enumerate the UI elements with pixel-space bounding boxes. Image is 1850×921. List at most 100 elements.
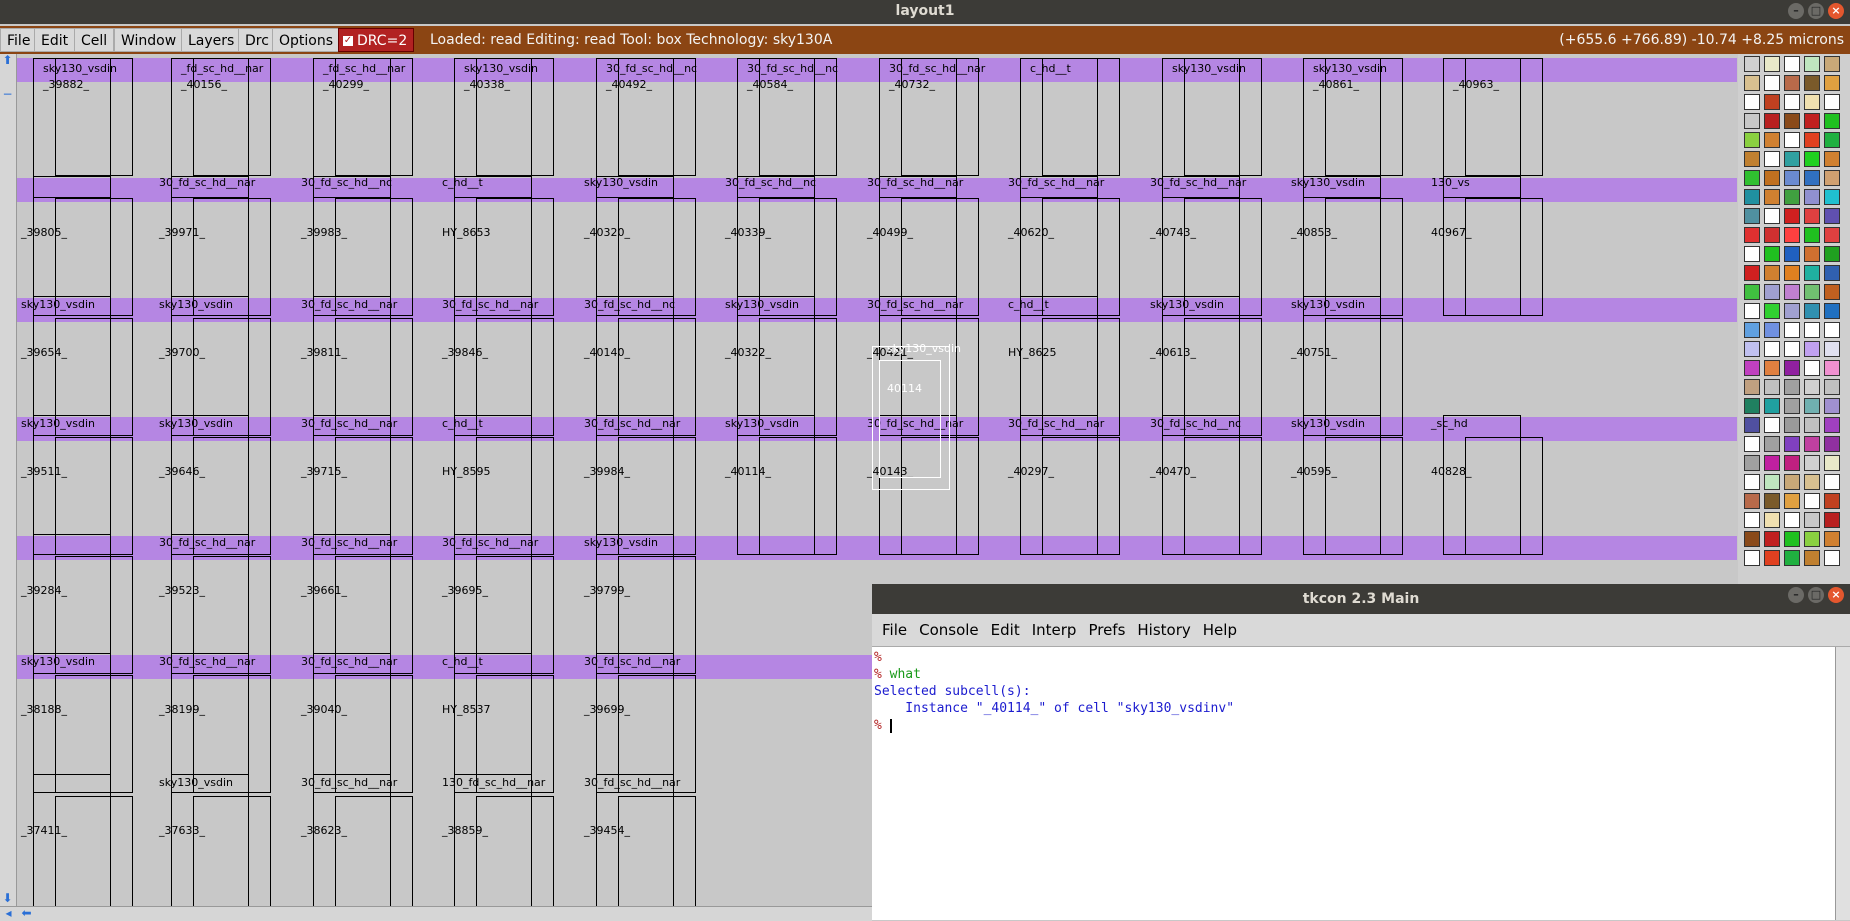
- maximize-button[interactable]: □: [1808, 3, 1824, 19]
- layer-swatch[interactable]: [1824, 75, 1840, 91]
- layer-swatch[interactable]: [1744, 531, 1760, 547]
- layer-swatch[interactable]: [1784, 265, 1800, 281]
- layer-swatch[interactable]: [1764, 341, 1780, 357]
- menu-options[interactable]: Options: [272, 28, 341, 52]
- layer-swatch[interactable]: [1784, 303, 1800, 319]
- layer-swatch[interactable]: [1804, 474, 1820, 490]
- tkcon-menu-file[interactable]: File: [882, 621, 907, 639]
- layer-swatch[interactable]: [1804, 493, 1820, 509]
- layer-swatch[interactable]: [1804, 436, 1820, 452]
- layer-swatch[interactable]: [1824, 493, 1840, 509]
- layer-swatch[interactable]: [1824, 246, 1840, 262]
- tkcon-close-button[interactable]: ×: [1828, 587, 1844, 603]
- tkcon-maximize-button[interactable]: □: [1808, 587, 1824, 603]
- layer-swatch[interactable]: [1824, 56, 1840, 72]
- layer-swatch[interactable]: [1784, 246, 1800, 262]
- layer-swatch[interactable]: [1744, 75, 1760, 91]
- layer-swatch[interactable]: [1744, 303, 1760, 319]
- tkcon-menu-interp[interactable]: Interp: [1032, 621, 1077, 639]
- layer-swatch[interactable]: [1784, 75, 1800, 91]
- layer-swatch[interactable]: [1744, 189, 1760, 205]
- layer-swatch[interactable]: [1784, 94, 1800, 110]
- layer-swatch[interactable]: [1804, 550, 1820, 566]
- layer-swatch[interactable]: [1764, 284, 1780, 300]
- tkcon-menu-prefs[interactable]: Prefs: [1088, 621, 1125, 639]
- layer-swatch[interactable]: [1764, 550, 1780, 566]
- layer-swatch[interactable]: [1804, 360, 1820, 376]
- tkcon-minimize-button[interactable]: –: [1788, 587, 1804, 603]
- layer-swatch[interactable]: [1764, 189, 1780, 205]
- layer-swatch[interactable]: [1784, 550, 1800, 566]
- drc-toggle-button[interactable]: ✓ DRC=2: [338, 28, 415, 52]
- layer-swatch[interactable]: [1784, 113, 1800, 129]
- layer-swatch[interactable]: [1804, 322, 1820, 338]
- layer-swatch[interactable]: [1764, 113, 1780, 129]
- layer-swatch[interactable]: [1744, 170, 1760, 186]
- layer-swatch[interactable]: [1804, 56, 1820, 72]
- layer-swatch[interactable]: [1824, 284, 1840, 300]
- layer-swatch[interactable]: [1744, 417, 1760, 433]
- layer-swatch[interactable]: [1824, 208, 1840, 224]
- tkcon-scrollbar[interactable]: [1835, 647, 1850, 920]
- tkcon-menu-edit[interactable]: Edit: [991, 621, 1020, 639]
- layer-swatch[interactable]: [1824, 455, 1840, 471]
- layer-swatch[interactable]: [1824, 265, 1840, 281]
- layer-swatch[interactable]: [1784, 417, 1800, 433]
- layer-palette[interactable]: [1738, 54, 1850, 584]
- layer-swatch[interactable]: [1744, 455, 1760, 471]
- scroll-up-arrow-icon[interactable]: ⬆: [1, 54, 14, 67]
- layer-swatch[interactable]: [1744, 474, 1760, 490]
- layer-swatch[interactable]: [1804, 75, 1820, 91]
- layer-swatch[interactable]: [1744, 436, 1760, 452]
- layer-swatch[interactable]: [1784, 208, 1800, 224]
- layer-swatch[interactable]: [1824, 417, 1840, 433]
- layer-swatch[interactable]: [1824, 170, 1840, 186]
- layer-swatch[interactable]: [1764, 246, 1780, 262]
- layer-swatch[interactable]: [1744, 341, 1760, 357]
- layer-swatch[interactable]: [1764, 398, 1780, 414]
- layer-swatch[interactable]: [1784, 398, 1800, 414]
- layer-swatch[interactable]: [1804, 151, 1820, 167]
- layer-swatch[interactable]: [1744, 550, 1760, 566]
- layer-swatch[interactable]: [1764, 455, 1780, 471]
- layer-swatch[interactable]: [1784, 493, 1800, 509]
- menu-window[interactable]: Window: [114, 28, 184, 52]
- layer-swatch[interactable]: [1784, 151, 1800, 167]
- horizontal-scrollbar[interactable]: ◂ ⬅: [0, 906, 872, 921]
- layer-swatch[interactable]: [1804, 208, 1820, 224]
- layer-swatch[interactable]: [1804, 417, 1820, 433]
- layer-swatch[interactable]: [1764, 512, 1780, 528]
- layer-swatch[interactable]: [1804, 512, 1820, 528]
- layer-swatch[interactable]: [1804, 531, 1820, 547]
- layer-swatch[interactable]: [1824, 360, 1840, 376]
- layer-swatch[interactable]: [1804, 341, 1820, 357]
- layer-swatch[interactable]: [1764, 379, 1780, 395]
- layer-swatch[interactable]: [1804, 113, 1820, 129]
- layer-swatch[interactable]: [1784, 170, 1800, 186]
- layer-swatch[interactable]: [1804, 170, 1820, 186]
- layer-swatch[interactable]: [1784, 227, 1800, 243]
- layer-swatch[interactable]: [1824, 550, 1840, 566]
- layer-swatch[interactable]: [1744, 94, 1760, 110]
- menu-cell[interactable]: Cell: [74, 28, 115, 52]
- tkcon-menu-history[interactable]: History: [1137, 621, 1190, 639]
- layer-swatch[interactable]: [1764, 75, 1780, 91]
- layer-swatch[interactable]: [1784, 360, 1800, 376]
- layer-swatch[interactable]: [1824, 189, 1840, 205]
- layer-swatch[interactable]: [1764, 417, 1780, 433]
- layer-swatch[interactable]: [1824, 227, 1840, 243]
- layer-swatch[interactable]: [1764, 151, 1780, 167]
- layer-swatch[interactable]: [1824, 474, 1840, 490]
- layer-swatch[interactable]: [1744, 284, 1760, 300]
- zoom-out-icon[interactable]: −: [1, 88, 14, 101]
- layer-swatch[interactable]: [1744, 360, 1760, 376]
- layer-swatch[interactable]: [1744, 512, 1760, 528]
- layer-swatch[interactable]: [1804, 265, 1820, 281]
- layer-swatch[interactable]: [1764, 531, 1780, 547]
- layer-swatch[interactable]: [1784, 341, 1800, 357]
- layer-swatch[interactable]: [1824, 151, 1840, 167]
- layer-swatch[interactable]: [1744, 113, 1760, 129]
- layer-swatch[interactable]: [1824, 322, 1840, 338]
- layer-swatch[interactable]: [1804, 303, 1820, 319]
- layer-swatch[interactable]: [1804, 398, 1820, 414]
